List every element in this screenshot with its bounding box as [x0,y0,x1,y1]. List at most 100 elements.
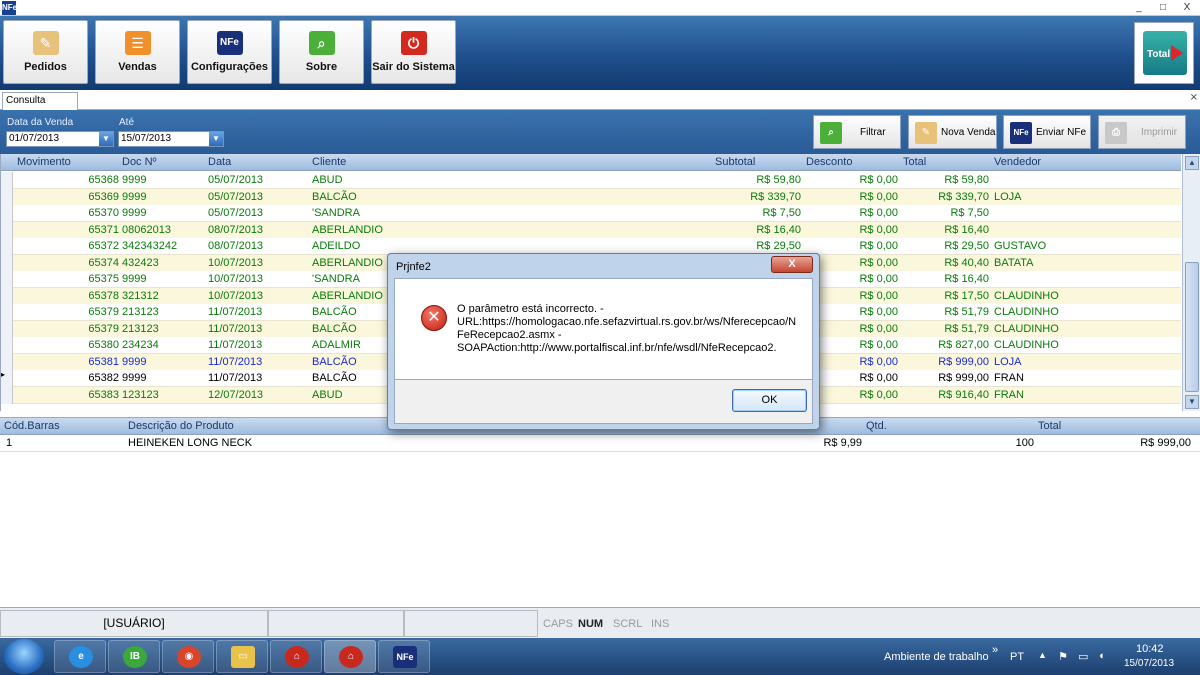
row-selector[interactable] [1,353,13,371]
configuracoes-button[interactable]: NFe Configurações [187,20,272,84]
row-selector[interactable] [1,172,13,189]
close-window-button[interactable]: X [1180,1,1194,15]
row-selector[interactable] [1,238,13,255]
volume-icon[interactable]: ◖ [1098,650,1105,662]
col-total[interactable]: Total [903,156,926,168]
status-panel-2 [268,610,404,637]
nova-venda-button[interactable]: ✎ Nova Venda [908,115,997,149]
col-cliente[interactable]: Cliente [312,156,346,168]
col-doc[interactable]: Doc Nº [122,156,157,168]
col-vendedor[interactable]: Vendedor [994,156,1041,168]
cell-total: R$ 29,50 [944,240,989,252]
table-row[interactable]: 65370 9999 05/07/2013 'SANDRA R$ 7,50 R$ 0,00… [1,205,1181,222]
cell-doc: 321312 [122,289,159,302]
cell-data: 11/07/2013 [208,355,263,368]
vendas-button[interactable]: ☰ Vendas [95,20,180,84]
filtrar-button[interactable]: ⌕ Filtrar [813,115,901,149]
cell-data: 12/07/2013 [208,388,264,401]
chevron-down-icon[interactable]: ▼ [99,132,113,146]
row-selector[interactable] [1,386,13,404]
product-row[interactable]: 1 HEINEKEN LONG NECK R$ 9,99 100 R$ 999,… [0,435,1200,452]
filter-bar: Data da Venda 01/07/2013 ▼ Até 15/07/201… [0,110,1200,154]
enviar-nfe-button[interactable]: NFe Enviar NFe [1003,115,1091,149]
taskbar-chrome[interactable]: ◉ [162,640,214,673]
desktop-toolbar-label[interactable]: Ambiente de trabalho [884,651,989,663]
cell-doc: 9999 [122,372,147,384]
nfe-icon: NFe [393,646,417,668]
cell-desconto: R$ 0,00 [859,174,898,186]
error-dialog: Prjnfe2 X ✕ O parâmetro está incorrecto.… [387,253,820,430]
ok-button[interactable]: OK [732,389,807,412]
start-button[interactable] [4,639,44,674]
row-selector[interactable] [1,320,13,338]
logo-mark: Total [1143,31,1187,75]
table-row[interactable]: 65371 08062013 08/07/2013 ABERLANDIO R$ 16,4… [1,221,1181,239]
scroll-up-icon[interactable]: ▲ [1185,156,1199,170]
toolbar-overflow-icon[interactable]: » [992,644,998,656]
row-selector[interactable] [1,205,13,222]
num-indicator: NUM [578,618,604,630]
taskbar-nfe[interactable]: NFe [378,640,430,673]
cell-subtotal: R$ 59,80 [756,174,801,186]
chevron-down-icon[interactable]: ▼ [209,132,223,146]
col-desconto[interactable]: Desconto [806,156,852,168]
cell-cliente: ABERLANDIO [312,223,383,236]
row-selector[interactable] [1,287,13,305]
cell-data: 05/07/2013 [208,207,264,219]
cell-cliente: ABUD [312,174,343,186]
action-center-icon[interactable]: ⚑ [1058,650,1068,663]
dialog-close-button[interactable]: X [771,256,813,273]
sobre-button[interactable]: ⌕ Sobre [279,20,364,84]
row-selector[interactable] [1,254,13,272]
date-to-value: 15/07/2013 [121,133,172,144]
taskbar-explorer[interactable]: ▭ [216,640,268,673]
col-cod-barras[interactable]: Cód.Barras [4,420,60,432]
sair-button[interactable]: ⏻ Sair do Sistema [371,20,456,84]
pencil-note-icon: ✎ [32,31,59,55]
taskbar-ie[interactable]: e [54,640,106,673]
col-descricao[interactable]: Descrição do Produto [128,420,234,432]
row-selector[interactable] [1,337,13,354]
minimize-button[interactable]: _ [1132,1,1146,15]
col-total-produto[interactable]: Total [1038,420,1061,432]
bank-icon: ⌂ [339,646,363,668]
taskbar-app-2[interactable]: ⌂ [324,640,376,673]
taskbar-ibexpert[interactable]: IB [108,640,160,673]
date-from-picker[interactable]: 01/07/2013 ▼ [6,131,114,147]
taskbar-app-1[interactable]: ⌂ [270,640,322,673]
magnifier-icon: ⌕ [820,122,842,144]
table-row[interactable]: 65368 9999 05/07/2013 ABUD R$ 59,80 R$ 0,00 R$… [1,172,1181,189]
language-indicator[interactable]: PT [1010,651,1024,663]
scroll-thumb[interactable] [1185,262,1199,392]
cell-vendedor: FRAN [994,388,1024,401]
row-selector[interactable]: ▸ [1,370,13,387]
cell-data: 10/07/2013 [208,273,264,285]
row-selector[interactable] [1,271,13,288]
scroll-down-icon[interactable]: ▼ [1185,395,1199,409]
col-subtotal[interactable]: Subtotal [715,156,755,168]
row-selector[interactable] [1,221,13,239]
network-icon[interactable]: ▭ [1078,650,1088,663]
table-row[interactable]: 65369 9999 05/07/2013 BALCÃO R$ 339,70 R$ 0,0… [1,188,1181,206]
cell-subtotal: R$ 7,50 [762,207,801,219]
clock-date[interactable]: 15/07/2013 [1124,658,1174,669]
pedidos-button[interactable]: ✎ Pedidos [3,20,88,84]
clock-time[interactable]: 10:42 [1136,643,1164,655]
row-selector[interactable] [1,304,13,321]
cell-desconto: R$ 0,00 [859,223,898,236]
row-selector[interactable] [1,188,13,206]
date-to-label: Até [119,117,135,128]
status-user: [USUÁRIO] [0,610,268,637]
tray-expand-icon[interactable]: ▲ [1038,650,1047,660]
maximize-button[interactable]: □ [1156,1,1170,15]
imprimir-button[interactable]: ⎙ Imprimir [1098,115,1186,149]
col-data[interactable]: Data [208,156,231,168]
tab-consulta-vendas[interactable]: Consulta Vendas [2,92,78,122]
tab-close-icon[interactable]: ⨯ [1190,92,1198,103]
window-titlebar: NFe _ □ X [0,0,1200,16]
sales-grid-scrollbar[interactable]: ▲ ▼ [1182,154,1200,411]
date-to-picker[interactable]: 15/07/2013 ▼ [118,131,224,147]
col-movimento[interactable]: Movimento [17,156,71,168]
col-qtd[interactable]: Qtd. [866,420,887,432]
cell-movimento: 65370 [88,207,119,219]
